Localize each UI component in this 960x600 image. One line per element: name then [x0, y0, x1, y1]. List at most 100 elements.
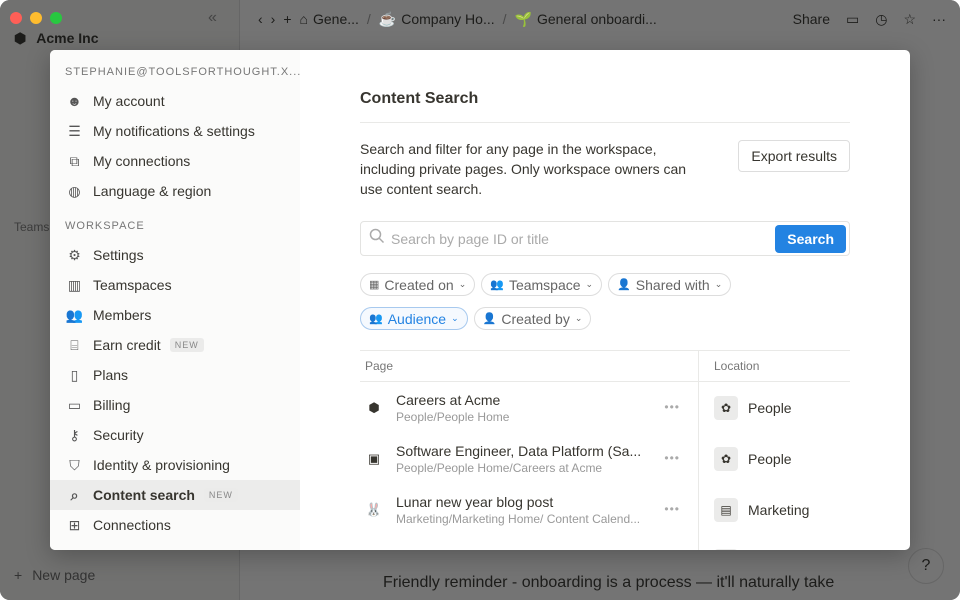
item-label: Language & region [93, 183, 212, 199]
search-icon [369, 228, 385, 249]
people-icon: 👥 [490, 279, 504, 291]
settings-item-my-account[interactable]: ☻ My account [50, 86, 300, 116]
location-label: People [748, 450, 792, 467]
breadcrumb-item[interactable]: ⌂ Gene... [300, 11, 359, 27]
add-icon[interactable]: + [283, 11, 291, 27]
settings-item-content-search[interactable]: ⌕ Content search NEW [50, 480, 300, 510]
plus-icon: + [14, 567, 23, 583]
window-controls [10, 12, 62, 24]
settings-item-identity-provisioning[interactable]: ⛉ Identity & provisioning [50, 450, 300, 480]
chevron-down-icon: ⌄ [714, 279, 723, 289]
app-window: « ⬢ Acme Inc Teams + New page ‹ › + ⌂ Gene...… [0, 0, 960, 600]
history-icon[interactable]: ◷ [875, 11, 887, 28]
shield-check-icon: ⛉ [69, 456, 80, 473]
workspace-switcher[interactable]: ⬢ Acme Inc [14, 30, 98, 47]
new-badge: NEW [203, 488, 238, 502]
search-bar: Search [360, 221, 850, 256]
settings-modal: STEPHANIE@TOOLSFORTHOUGHT.X... ☻ My accou… [50, 50, 910, 550]
item-label: Connections [93, 517, 171, 533]
search-button[interactable]: Search [775, 224, 846, 253]
table-header: Page Location [360, 351, 850, 382]
collapse-sidebar-icon[interactable]: « [208, 9, 217, 27]
breadcrumb-separator: / [366, 11, 371, 27]
settings-item-language-region[interactable]: ◍ Language & region [50, 176, 300, 206]
filter-audience[interactable]: 👥 Audience ⌄ [360, 307, 468, 330]
minimize-window-button[interactable] [30, 12, 42, 24]
close-window-button[interactable] [10, 12, 22, 24]
chevron-down-icon: ⌄ [574, 313, 583, 323]
people-icon: 👥 [65, 306, 84, 323]
item-label: Content search [93, 487, 195, 503]
settings-item-earn-credit[interactable]: ⌸ Earn credit NEW [50, 330, 300, 360]
settings-item-billing[interactable]: ▭ Billing [50, 390, 300, 420]
location-label: People [748, 399, 792, 416]
filter-created-by[interactable]: 👤 Created by ⌄ [473, 307, 592, 330]
description: Search and filter for any page in the wo… [360, 141, 687, 197]
flower-icon: ✿ [714, 548, 738, 550]
more-options-icon[interactable]: ••• [664, 502, 680, 516]
gift-icon: ⌸ [70, 336, 79, 353]
flower-icon: ✿ [714, 446, 738, 471]
settings-item-settings[interactable]: ⚙ Settings [50, 240, 300, 270]
page-text: Friendly reminder - onboarding is a proc… [383, 574, 835, 591]
clapperboard-icon: ▤ [714, 497, 738, 522]
building-icon: ▥ [67, 276, 82, 293]
settings-sidebar: STEPHANIE@TOOLSFORTHOUGHT.X... ☻ My accou… [50, 50, 300, 550]
item-label: Security [93, 427, 144, 443]
star-icon[interactable]: ☆ [903, 11, 916, 28]
map-icon: ▯ [70, 366, 79, 383]
top-actions: Share ▭ ◷ ☆ ··· [793, 0, 946, 38]
export-results-button[interactable]: Export results [738, 140, 850, 172]
forward-icon[interactable]: › [271, 11, 276, 27]
page-path: Marketing/Marketing Home/ Content Calend… [396, 511, 641, 526]
table-row[interactable]: 🐰 Lunar new year blog post Marketing/Marke… [360, 484, 850, 535]
more-options-icon[interactable]: ••• [664, 451, 680, 465]
rabbit-icon: 🐰 [365, 501, 383, 517]
more-icon[interactable]: ··· [932, 11, 946, 27]
workspace-section-label: WORKSPACE [65, 220, 145, 232]
settings-item-members[interactable]: 👥 Members [50, 300, 300, 330]
arrow-up-right-box-icon: ⧉ [69, 152, 80, 169]
settings-item-connections[interactable]: ⊞ Connections [50, 510, 300, 540]
item-label: Members [93, 307, 152, 323]
new-badge: NEW [169, 338, 204, 352]
page-title-link[interactable]: Software Engineer, Data Platform (Sa... [396, 443, 641, 459]
settings-item-teamspaces[interactable]: ▥ Teamspaces [50, 270, 300, 300]
help-button[interactable]: ? [908, 548, 944, 584]
item-label: My connections [93, 153, 191, 169]
chevron-down-icon: ⌄ [585, 279, 594, 289]
settings-item-my-connections[interactable]: ⧉ My connections [50, 146, 300, 176]
table-row[interactable]: ⬢ Careers at Acme People/People Home ••• ✿ Pe… [360, 382, 850, 433]
item-label: Identity & provisioning [93, 457, 230, 473]
settings-item-plans[interactable]: ▯ Plans [50, 360, 300, 390]
coffee-icon: ☕ [378, 10, 397, 27]
settings-item-my-notifications-settings[interactable]: ☰ My notifications & settings [50, 116, 300, 146]
breadcrumb-item[interactable]: 🌱 General onboardi... [515, 11, 657, 28]
item-label: Billing [93, 397, 131, 413]
back-icon[interactable]: ‹ [258, 11, 263, 27]
people-icon: 👥 [369, 313, 383, 325]
settings-item-security[interactable]: ⚷ Security [50, 420, 300, 450]
page-title-link[interactable]: Careers at Acme [396, 392, 509, 408]
more-options-icon[interactable]: ••• [664, 400, 680, 414]
filter-bar: ▦ Created on ⌄ 👥 Teamspace ⌄ 👤 Shared with ⌄ 👥 Aud… [360, 273, 780, 330]
item-label: Plans [93, 367, 129, 383]
breadcrumb-separator: / [502, 11, 507, 27]
page-title: Content Search [360, 90, 850, 123]
item-label: Settings [93, 247, 144, 263]
filter-shared-with[interactable]: 👤 Shared with ⌄ [608, 273, 732, 296]
search-input[interactable] [391, 230, 770, 247]
filter-teamspace[interactable]: 👥 Teamspace ⌄ [481, 273, 603, 296]
comments-icon[interactable]: ▭ [846, 11, 859, 28]
table-row[interactable]: ▣ Software Engineer, Data Platform (Sa...… [360, 433, 850, 484]
filter-label: Audience [387, 310, 447, 327]
table-row[interactable]: ▣Customer Success Manager (San Fra...✿ [360, 535, 850, 550]
column-header-location: Location [714, 359, 760, 373]
filter-created-on[interactable]: ▦ Created on ⌄ [360, 273, 476, 296]
share-button[interactable]: Share [793, 11, 830, 27]
new-page-button[interactable]: + New page [14, 567, 95, 583]
chevron-down-icon: ⌄ [458, 279, 467, 289]
breadcrumb-item[interactable]: ☕ Company Ho... [379, 11, 495, 28]
page-title-link[interactable]: Lunar new year blog post [396, 494, 640, 510]
zoom-window-button[interactable] [50, 12, 62, 24]
